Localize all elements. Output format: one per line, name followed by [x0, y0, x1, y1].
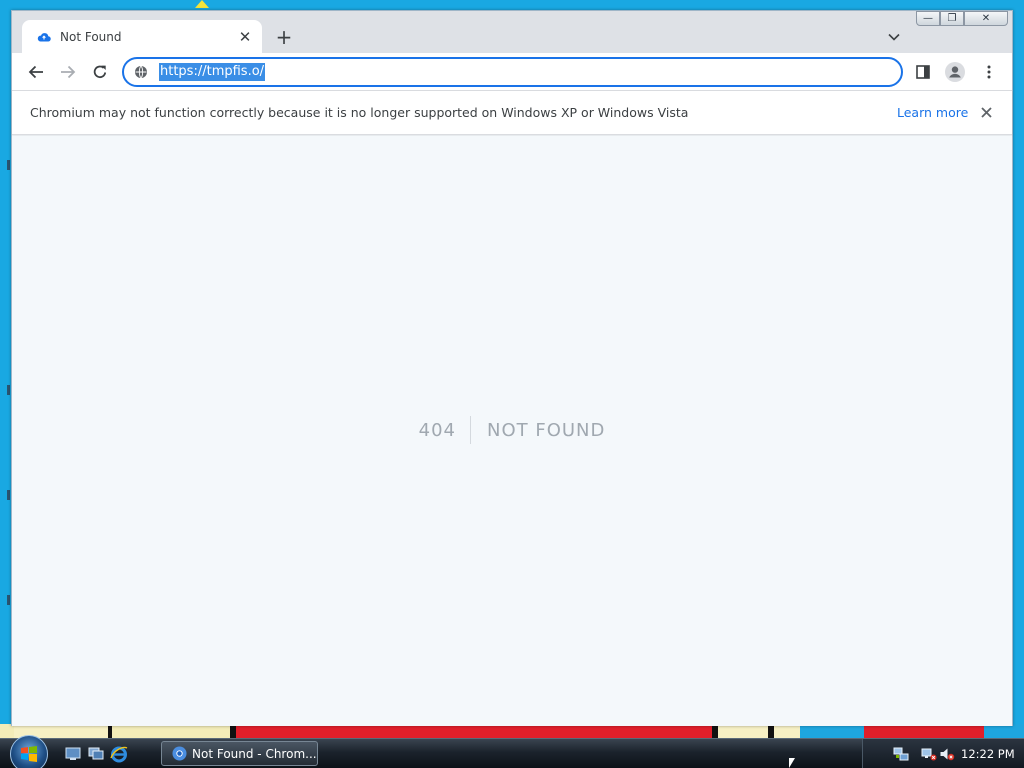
- close-icon[interactable]: ✕: [236, 28, 254, 46]
- unsupported-os-infobar: Chromium may not function correctly beca…: [12, 91, 1012, 135]
- volume-muted-icon[interactable]: [939, 746, 955, 762]
- taskbar: Not Found - Chrom... 12:22 PM: [0, 735, 1024, 768]
- side-panel-icon[interactable]: [912, 61, 934, 83]
- window-edge-mark: [7, 595, 10, 605]
- window-controls: — ❐ ✕: [916, 11, 1008, 27]
- network-icon[interactable]: [893, 746, 909, 762]
- browser-window: Not Found ✕ + — ❐ ✕ https://tmpfis.o/ Ch…: [11, 10, 1013, 726]
- toolbar: https://tmpfis.o/: [12, 53, 1012, 91]
- infobar-message: Chromium may not function correctly beca…: [30, 105, 689, 120]
- tab-not-found[interactable]: Not Found ✕: [22, 20, 262, 53]
- minimize-button[interactable]: —: [916, 11, 940, 26]
- learn-more-link[interactable]: Learn more: [897, 105, 968, 120]
- chevron-down-icon[interactable]: [884, 27, 904, 47]
- profile-icon[interactable]: [944, 61, 966, 83]
- new-tab-button[interactable]: +: [272, 25, 296, 49]
- menu-icon[interactable]: [978, 61, 1000, 83]
- url-text[interactable]: https://tmpfis.o/: [159, 63, 266, 81]
- address-bar[interactable]: https://tmpfis.o/: [122, 57, 903, 87]
- close-icon[interactable]: [976, 102, 996, 122]
- window-edge-mark: [7, 490, 10, 500]
- taskbar-item-label: Not Found - Chrom...: [192, 746, 317, 761]
- network-status-icon[interactable]: [921, 746, 937, 762]
- wallpaper-shape: [195, 0, 209, 8]
- page-content: 404 NOT FOUND: [12, 136, 1012, 726]
- show-desktop-icon[interactable]: [64, 745, 82, 763]
- restore-button[interactable]: ❐: [940, 11, 964, 26]
- status-code: 404: [418, 419, 456, 441]
- window-edge-mark: [7, 385, 10, 395]
- start-button[interactable]: [10, 735, 48, 768]
- status-text: NOT FOUND: [486, 419, 606, 441]
- back-icon[interactable]: [23, 59, 49, 85]
- switch-windows-icon[interactable]: [87, 745, 105, 763]
- clock[interactable]: 12:22 PM: [961, 747, 1015, 761]
- reload-icon[interactable]: [87, 59, 113, 85]
- not-found-message: 404 NOT FOUND: [12, 416, 1012, 444]
- tab-title: Not Found: [60, 29, 122, 44]
- windows-logo-icon: [21, 746, 37, 762]
- taskbar-item-chromium[interactable]: Not Found - Chrom...: [161, 741, 318, 766]
- cloud-upload-icon: [36, 29, 52, 45]
- system-tray: 12:22 PM: [862, 739, 1024, 768]
- title-bar: Not Found ✕ + — ❐ ✕: [12, 11, 1012, 53]
- mouse-cursor: [789, 758, 795, 768]
- internet-explorer-icon[interactable]: [110, 745, 128, 763]
- forward-icon[interactable]: [55, 59, 81, 85]
- close-window-button[interactable]: ✕: [964, 11, 1008, 26]
- window-edge-mark: [7, 160, 10, 170]
- globe-icon[interactable]: [133, 64, 149, 80]
- wallpaper-strip: [0, 724, 1024, 738]
- chromium-icon: [171, 746, 187, 762]
